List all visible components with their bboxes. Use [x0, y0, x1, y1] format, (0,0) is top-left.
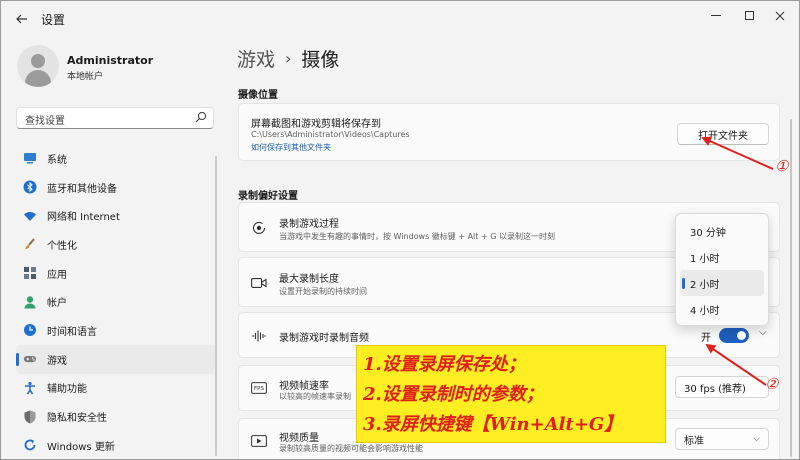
wifi-icon	[23, 209, 37, 223]
capture-location-card: 屏幕截图和游戏剪辑将保存到 C:\Users\Administrator\Vid…	[238, 103, 780, 161]
annotation-marker-1: ①	[775, 157, 789, 175]
settings-window: 设置 Administrator 本地帐户 查找设置 系统 蓝牙和其他设备 网络…	[0, 0, 800, 460]
close-icon	[775, 11, 785, 21]
video-quality-value: 标准	[684, 435, 704, 447]
sidebar-item-windows-update[interactable]: Windows 更新	[16, 431, 216, 459]
instruction-line-3: 3.录屏快捷键【Win+Alt+G】	[363, 414, 623, 435]
sidebar-item-label: 蓝牙和其他设备	[47, 183, 117, 195]
user-account-type: 本地帐户	[67, 72, 104, 82]
globe-clock-icon	[23, 323, 37, 337]
video-quality-sub: 录制较高质量的视频可能会影响游戏性能	[279, 444, 423, 453]
breadcrumb-separator: ›	[285, 49, 292, 68]
frame-rate-title: 视频帧速率	[279, 381, 329, 392]
breadcrumb-parent[interactable]: 游戏	[237, 45, 275, 72]
avatar-head	[31, 54, 45, 68]
video-camera-icon	[251, 275, 267, 291]
search-icon	[195, 111, 207, 123]
gamepad-icon	[23, 352, 37, 366]
sidebar-item-label: 辅助功能	[47, 384, 87, 396]
sidebar-item-bluetooth[interactable]: 蓝牙和其他设备	[16, 173, 216, 202]
sidebar-item-network[interactable]: 网络和 Internet	[16, 201, 216, 230]
section-recording-prefs: 录制偏好设置	[238, 191, 298, 202]
search-placeholder: 查找设置	[25, 116, 65, 127]
sidebar-item-privacy[interactable]: 隐私和安全性	[16, 402, 216, 431]
svg-text:FPS: FPS	[254, 386, 264, 392]
sidebar-item-time-language[interactable]: 时间和语言	[16, 316, 216, 345]
apps-icon	[23, 266, 37, 280]
sidebar-item-label: 应用	[47, 269, 67, 281]
sidebar-scrollbar[interactable]	[215, 156, 217, 456]
chevron-down-icon: ⌵	[753, 434, 760, 444]
open-folder-button[interactable]: 打开文件夹	[677, 123, 769, 145]
accessibility-icon	[23, 381, 37, 395]
back-arrow-icon	[16, 14, 27, 24]
bluetooth-icon	[23, 180, 37, 194]
back-button[interactable]	[7, 5, 37, 33]
record-audio-title: 录制游戏时录制音频	[279, 333, 369, 344]
record-audio-toggle[interactable]	[719, 328, 749, 343]
capture-path: C:\Users\Administrator\Videos\Captures	[251, 130, 410, 139]
maximize-icon	[745, 11, 754, 20]
user-name: Administrator	[67, 54, 154, 67]
record-icon	[251, 220, 267, 236]
other-folder-link[interactable]: 如何保存到其他文件夹	[251, 142, 331, 153]
sidebar-nav: 系统 蓝牙和其他设备 网络和 Internet 个性化 应用 帐户 时间和语言	[16, 144, 216, 459]
minimize-icon	[711, 15, 721, 16]
sidebar-item-system[interactable]: 系统	[16, 144, 216, 173]
video-quality-select[interactable]: 标准 ⌵	[675, 428, 769, 450]
sidebar-item-label: 游戏	[47, 355, 67, 367]
dropdown-option-2h[interactable]: 2 小时	[680, 270, 764, 296]
section-capture-location: 摄像位置	[238, 90, 278, 101]
video-quality-title: 视频质量	[279, 433, 319, 444]
content-scrollbar[interactable]	[790, 119, 792, 457]
sidebar-item-label: 隐私和安全性	[47, 413, 107, 425]
sidebar-item-label: Windows 更新	[47, 441, 115, 453]
record-game-title: 录制游戏过程	[279, 219, 339, 230]
sidebar-item-gaming[interactable]: 游戏	[16, 344, 216, 374]
instruction-note: 1.设置录屏保存处； 2.设置录制时的参数； 3.录屏快捷键【Win+Alt+G…	[356, 345, 666, 443]
sidebar-item-label: 系统	[47, 154, 67, 166]
search-input[interactable]: 查找设置	[16, 107, 214, 129]
instruction-line-1: 1.设置录屏保存处；	[363, 354, 526, 375]
avatar-body	[25, 70, 51, 87]
max-length-dropdown: 30 分钟 1 小时 2 小时 4 小时	[675, 213, 769, 326]
dropdown-option-1h[interactable]: 1 小时	[680, 244, 764, 270]
shield-icon	[23, 410, 37, 424]
expand-chevron-icon[interactable]: ⌵	[759, 327, 767, 338]
dropdown-option-30min[interactable]: 30 分钟	[680, 218, 764, 244]
avatar[interactable]	[17, 45, 59, 87]
brush-icon	[23, 237, 37, 251]
audio-wave-icon	[251, 328, 267, 344]
sidebar-item-personalization[interactable]: 个性化	[16, 230, 216, 259]
page-title: 摄像	[301, 49, 340, 71]
max-length-title: 最大录制长度	[279, 274, 339, 285]
system-icon	[23, 151, 37, 165]
fps-icon: FPS	[251, 380, 267, 396]
app-title: 设置	[41, 12, 66, 27]
sidebar-item-label: 个性化	[47, 240, 77, 252]
frame-rate-select[interactable]: 30 fps (推荐)	[675, 376, 769, 398]
video-quality-icon	[251, 433, 267, 449]
title-bar: 设置	[1, 1, 799, 37]
max-length-sub: 设置开始录制的持续时间	[279, 287, 367, 296]
update-icon	[23, 438, 37, 452]
toggle-knob	[737, 331, 746, 340]
frame-rate-sub: 以较高的帧速率录制	[279, 392, 351, 401]
breadcrumb: 游戏 › 摄像	[237, 45, 339, 72]
frame-rate-value: 30 fps (推荐)	[684, 383, 746, 395]
sidebar-item-apps[interactable]: 应用	[16, 259, 216, 288]
close-button[interactable]	[757, 1, 799, 31]
annotation-marker-2: ②	[765, 375, 779, 393]
account-icon	[23, 295, 37, 309]
sidebar-item-label: 时间和语言	[47, 326, 97, 338]
dropdown-option-4h[interactable]: 4 小时	[680, 296, 764, 322]
record-game-sub: 当游戏中发生有趣的事情时，按 Windows 徽标键 + Alt + G 以录制…	[279, 232, 555, 241]
sidebar-item-label: 网络和 Internet	[47, 212, 120, 224]
sidebar-item-accessibility[interactable]: 辅助功能	[16, 374, 216, 403]
sidebar-item-label: 帐户	[47, 298, 67, 310]
capture-location-title: 屏幕截图和游戏剪辑将保存到	[251, 119, 381, 130]
toggle-state-label: 开	[701, 333, 711, 344]
instruction-line-2: 2.设置录制时的参数；	[363, 384, 544, 405]
sidebar-item-accounts[interactable]: 帐户	[16, 287, 216, 316]
